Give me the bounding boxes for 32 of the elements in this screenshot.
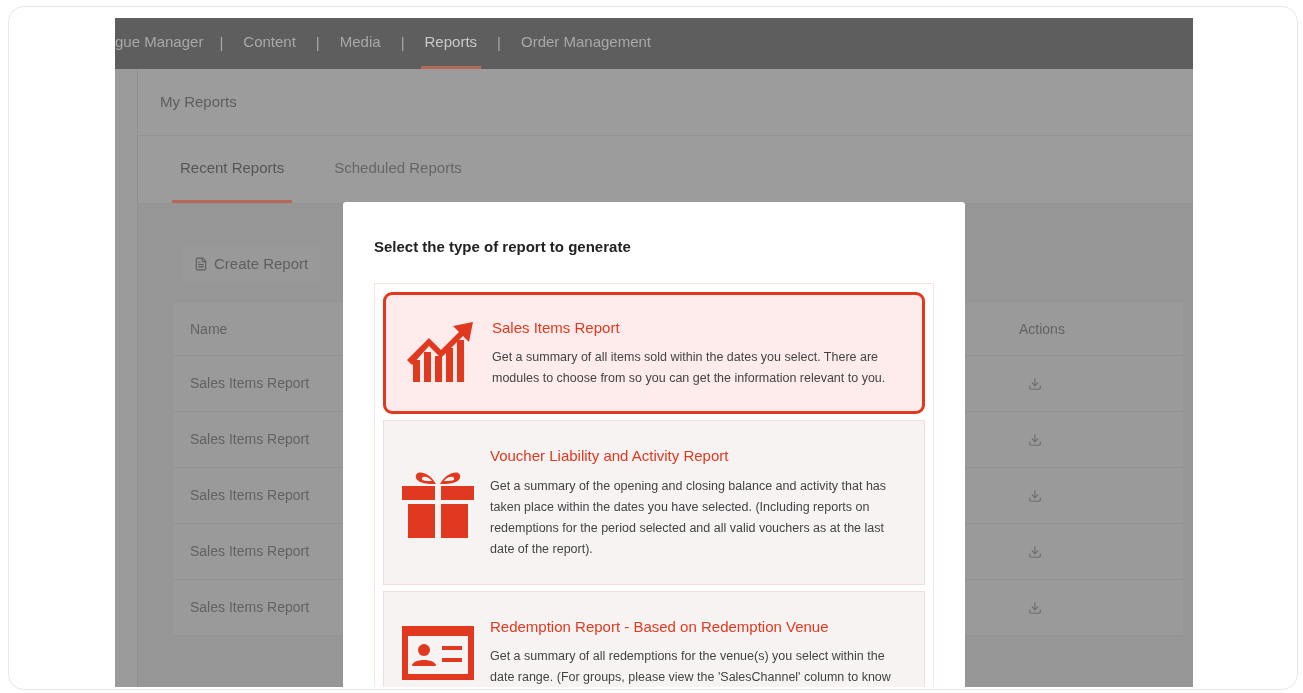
nav-separator: | <box>496 33 502 54</box>
nav-separator: | <box>399 33 406 54</box>
download-icon[interactable] <box>1028 376 1042 391</box>
nav-link[interactable]: Media <box>335 18 385 69</box>
page-title: My Reports <box>160 91 237 112</box>
download-icon[interactable] <box>1028 544 1042 559</box>
table-cell-text: Sales Items Report <box>190 598 310 617</box>
dialog-title: Select the type of report to generate <box>374 237 632 257</box>
report-option-card[interactable]: Redemption Report - Based on Redemption Venue Get a summary of all redemptions for the venue(s) you select within the date range. (For groups, please view the 'SalesChannel' column to know <box>383 590 925 687</box>
report-option-description: Get a summary of all redemptions for the venue(s) you select within the date range. (For groups, please view the 'SalesChannel' column to know <box>490 648 892 686</box>
download-icon[interactable] <box>1028 600 1042 615</box>
report-option-card[interactable]: Sales Items Report Get a summary of all items sold within the dates you select. There are modules to choose from so you can get the information relevant to you. <box>383 291 925 414</box>
document-icon <box>194 257 208 271</box>
nav-link[interactable]: Order Management <box>516 18 656 69</box>
table-cell-text: Sales Items Report <box>190 486 310 505</box>
download-icon[interactable] <box>1028 432 1042 447</box>
download-icon[interactable] <box>1028 488 1042 503</box>
nav-link[interactable]: Content <box>239 18 300 69</box>
table-cell-text: Sales Items Report <box>190 430 310 449</box>
report-option-title: Sales Items Report <box>492 317 621 338</box>
chart-arrow-icon <box>407 321 473 384</box>
report-option-description: Get a summary of the opening and closing balance and activity that has taken place within the dates you have selected. (Including reports on redemptions for the period selected and all valid vouchers as at the last date of the report). <box>490 477 888 558</box>
id-card-icon <box>402 623 474 680</box>
table-cell-text: Sales Items Report <box>190 374 310 393</box>
report-option-title: Redemption Report - Based on Redemption Venue <box>490 616 830 637</box>
nav-link[interactable]: gue Manager <box>115 18 204 69</box>
report-option-card[interactable] <box>383 420 925 585</box>
table-cell-text: Sales Items Report <box>190 542 310 561</box>
report-option-description: Get a summary of all items sold within the dates you select. There are modules to choose from so you can get the information relevant to you. <box>492 349 887 387</box>
report-option-title: Voucher Liability and Activity Report <box>490 446 730 466</box>
nav-separator: | <box>314 33 321 54</box>
nav-separator: | <box>218 33 225 54</box>
